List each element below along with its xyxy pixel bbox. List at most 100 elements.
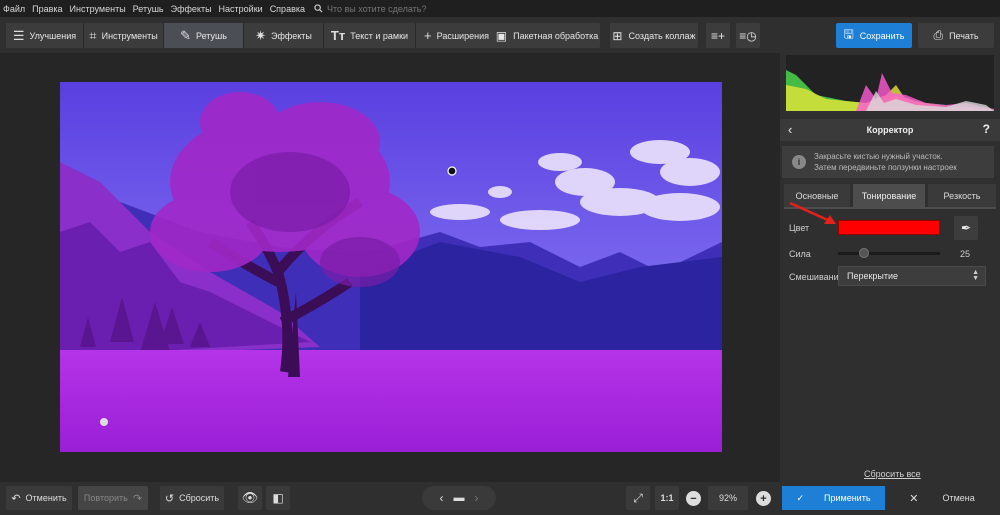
- redo-icon: ↷: [132, 492, 143, 505]
- text-icon: Tт: [330, 28, 346, 43]
- eyedropper-icon[interactable]: ✒: [954, 216, 978, 240]
- printer-icon: ⎙: [933, 28, 944, 42]
- create-collage-button[interactable]: ⊞ Создать коллаж: [610, 23, 698, 48]
- batch-images-icon: ▣: [495, 28, 508, 43]
- reset-button[interactable]: ↺ Сбросить: [160, 486, 224, 510]
- cancel-button[interactable]: ✕ Отмена: [888, 486, 996, 510]
- menu-help[interactable]: Справка: [270, 4, 305, 14]
- tab-label: Улучшения: [29, 30, 77, 41]
- strength-value: 25: [960, 249, 971, 259]
- sliders-icon: ☰: [12, 27, 25, 43]
- zoom-out-icon[interactable]: −: [686, 491, 701, 506]
- search-input[interactable]: [327, 3, 447, 14]
- collage-icon: ⊞: [612, 28, 623, 43]
- checkmark-icon: ✓: [796, 492, 805, 503]
- photo-canvas[interactable]: [60, 82, 722, 452]
- redo-label: Повторить: [83, 493, 128, 503]
- file-nav-group: ‹ ▬ ›: [422, 486, 496, 510]
- compare-button[interactable]: ◧: [266, 486, 290, 510]
- tab-extensions[interactable]: + Расширения: [416, 23, 498, 48]
- tab-label: Текст и рамки: [350, 30, 409, 41]
- list-clock-icon: ≡◷: [739, 28, 757, 43]
- landscape-photo: [60, 82, 722, 452]
- menu-effects[interactable]: Эффекты: [171, 4, 212, 14]
- subtab-toning[interactable]: Тонирование: [853, 184, 925, 207]
- annotation-arrow: [789, 201, 836, 224]
- zoom-in-icon[interactable]: +: [756, 491, 771, 506]
- collage-label: Создать коллаж: [628, 30, 696, 41]
- fit-screen-button[interactable]: ⤢: [626, 486, 650, 510]
- fit-screen-icon: ⤢: [633, 490, 643, 505]
- menu-tools[interactable]: Инструменты: [70, 4, 126, 14]
- apply-label: Применить: [824, 493, 871, 503]
- apply-button[interactable]: ✓ Применить: [782, 486, 885, 510]
- close-icon: ✕: [909, 492, 919, 505]
- panel-header: ‹ Корректор ?: [780, 119, 1000, 141]
- batch-processing-button[interactable]: ▣ Пакетная обработка: [494, 23, 600, 48]
- history-button[interactable]: ≡◷: [736, 23, 760, 48]
- undo-label: Отменить: [25, 493, 67, 503]
- bottom-bar: ↶ Отменить Повторить ↷ ↺ Сбросить 👁 ◧ ‹ ▬ ›…: [0, 482, 1000, 515]
- brush-icon: ✎: [180, 27, 191, 43]
- tab-effects[interactable]: ✷ Эффекты: [244, 23, 324, 48]
- preview-eye-button[interactable]: 👁: [238, 486, 262, 510]
- panel-title: Корректор: [866, 125, 914, 135]
- search-box: [314, 3, 447, 14]
- histogram: [786, 55, 994, 111]
- help-icon[interactable]: ?: [983, 122, 990, 136]
- print-label: Печать: [949, 30, 979, 41]
- redo-button[interactable]: Повторить ↷: [78, 486, 148, 510]
- strength-slider-thumb[interactable]: [858, 248, 869, 258]
- tab-enhance[interactable]: ☰ Улучшения: [6, 23, 84, 48]
- canvas-area: [0, 53, 780, 482]
- back-arrow-icon[interactable]: ‹: [788, 122, 792, 137]
- strength-slider-track[interactable]: [838, 252, 940, 255]
- cancel-label: Отмена: [942, 493, 975, 503]
- blend-mode-value: Перекрытие: [847, 271, 899, 281]
- tab-label: Ретушь: [195, 30, 227, 41]
- blend-label: Смешивание: [789, 272, 844, 282]
- subtab-sharpness[interactable]: Резкость: [928, 184, 996, 207]
- info-icon: i: [792, 155, 806, 169]
- list-add-icon: ≡+: [710, 28, 725, 43]
- reset-icon: ↺: [164, 492, 175, 505]
- tab-tools[interactable]: ⌗ Инструменты: [84, 23, 164, 48]
- undo-button[interactable]: ↶ Отменить: [6, 486, 72, 510]
- tab-label: Эффекты: [270, 30, 312, 41]
- prev-file-icon[interactable]: ‹: [440, 491, 444, 505]
- info-text-2: Затем передвиньте ползунки настроек: [814, 163, 957, 172]
- crop-icon: ⌗: [89, 27, 97, 43]
- compare-icon: ◧: [272, 491, 284, 505]
- eye-icon: 👁: [241, 490, 259, 505]
- save-label: Сохранить: [859, 30, 905, 41]
- next-file-icon[interactable]: ›: [475, 491, 479, 505]
- reset-all-link[interactable]: Сбросить все: [864, 469, 921, 479]
- zoom-1-1-button[interactable]: 1:1: [655, 486, 679, 510]
- search-icon: [314, 4, 323, 13]
- tab-label: Инструменты: [101, 30, 158, 41]
- right-panel: ‹ Корректор ? i Закрасьте кистью нужный …: [780, 53, 1000, 482]
- add-presets-button[interactable]: ≡+: [706, 23, 730, 48]
- category-tabs: ☰ Улучшения ⌗ Инструменты ✎ Ретушь ✷ Эффекты…: [6, 23, 498, 48]
- color-swatch[interactable]: [838, 220, 940, 235]
- main-toolbar: ☰ Улучшения ⌗ Инструменты ✎ Ретушь ✷ Эффекты…: [0, 17, 1000, 53]
- reset-label: Сбросить: [179, 493, 220, 503]
- undo-icon: ↶: [11, 492, 21, 505]
- save-button[interactable]: 🖫 Сохранить: [836, 23, 912, 48]
- info-box: i Закрасьте кистью нужный участок. Затем…: [782, 146, 994, 178]
- blend-mode-select[interactable]: Перекрытие ▲ ▼: [838, 266, 986, 286]
- updown-icon: ▲ ▼: [972, 269, 979, 282]
- menu-file[interactable]: Файл: [3, 4, 25, 14]
- tab-retouch[interactable]: ✎ Ретушь: [164, 23, 244, 48]
- menu-settings[interactable]: Настройки: [219, 4, 263, 14]
- menu-retouch[interactable]: Ретушь: [133, 4, 164, 14]
- menu-edit[interactable]: Правка: [32, 4, 62, 14]
- batch-label: Пакетная обработка: [513, 30, 599, 41]
- print-button[interactable]: ⎙ Печать: [918, 23, 994, 48]
- sparkle-icon: ✷: [255, 27, 266, 43]
- folder-icon[interactable]: ▬: [454, 492, 465, 504]
- zoom-value[interactable]: 92%: [708, 486, 748, 510]
- tab-text-frames[interactable]: Tт Текст и рамки: [324, 23, 416, 48]
- plus-icon: +: [424, 28, 432, 43]
- strength-label: Сила: [789, 249, 811, 259]
